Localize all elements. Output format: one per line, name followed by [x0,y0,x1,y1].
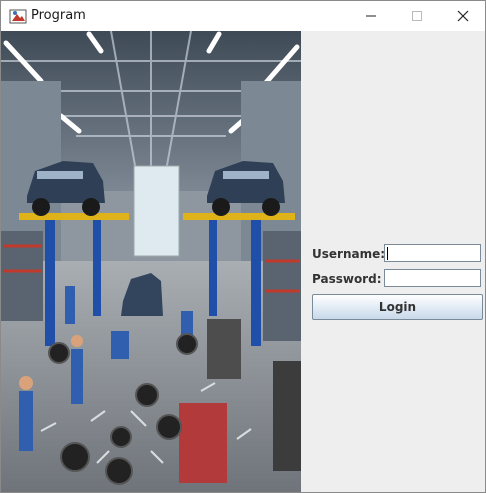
password-label: Password: [312,272,382,286]
login-form: Username: Password: Login [301,31,485,492]
maximize-icon [412,11,422,21]
app-window: Program Username: Password: Login [0,0,486,493]
minimize-icon [366,15,376,17]
username-label: Username: [312,247,386,261]
garage-scene-image [1,31,301,492]
garage-image [1,31,301,492]
minimize-button[interactable] [348,1,394,31]
maximize-button[interactable] [394,1,440,31]
window-title: Program [31,8,86,23]
text-caret [387,247,388,260]
close-button[interactable] [440,1,485,31]
username-field[interactable] [384,244,481,262]
java-app-icon [9,9,27,24]
close-icon [457,10,469,22]
password-field[interactable] [384,269,481,287]
login-button[interactable]: Login [312,294,483,320]
title-bar[interactable]: Program [1,1,485,31]
